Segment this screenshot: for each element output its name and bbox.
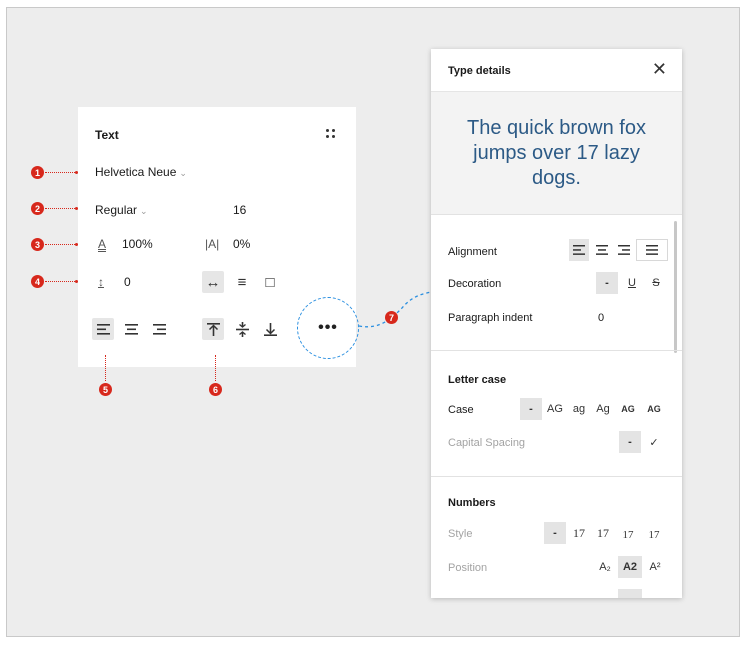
decoration-none-button[interactable]: - bbox=[596, 272, 618, 294]
check-icon[interactable]: ✓ bbox=[643, 431, 665, 453]
type-details-panel: Type details ✕ The quick brown fox jumps… bbox=[431, 49, 682, 598]
marker-dot bbox=[75, 171, 78, 174]
marker-leader bbox=[45, 281, 75, 282]
number-style-proportional-button[interactable]: 17 bbox=[592, 522, 614, 544]
case-small-caps-forced-button[interactable]: AG bbox=[641, 398, 667, 420]
marker-leader bbox=[215, 355, 216, 381]
case-title-button[interactable]: Ag bbox=[592, 398, 614, 420]
marker-leader bbox=[45, 208, 75, 209]
style-label: Style bbox=[448, 528, 473, 540]
marker-3: 3 bbox=[31, 238, 44, 251]
case-none-button[interactable]: - bbox=[520, 398, 542, 420]
marker-1: 1 bbox=[31, 166, 44, 179]
preview-text: The quick brown fox jumps over 17 lazy d… bbox=[467, 116, 646, 189]
marker-2: 2 bbox=[31, 202, 44, 215]
alignment-label: Alignment bbox=[448, 246, 497, 258]
position-subscript-button[interactable]: A₂ bbox=[594, 556, 616, 578]
justify-right-icon[interactable] bbox=[614, 239, 634, 261]
justify-full-icon[interactable] bbox=[636, 239, 668, 261]
marker-dot bbox=[75, 280, 78, 283]
marker-leader bbox=[105, 355, 106, 381]
marker-4: 4 bbox=[31, 275, 44, 288]
position-label: Position bbox=[448, 562, 488, 574]
numbers-heading: Numbers bbox=[448, 497, 496, 509]
number-style-none-button[interactable]: - bbox=[544, 522, 566, 544]
number-style-lining-button[interactable]: 17 bbox=[568, 522, 590, 544]
capital-spacing-none-button[interactable]: - bbox=[619, 431, 641, 453]
cut-off-option-button[interactable] bbox=[618, 589, 642, 598]
case-label: Case bbox=[448, 404, 474, 416]
decoration-label: Decoration bbox=[448, 278, 502, 290]
marker-dot bbox=[75, 207, 78, 210]
strikethrough-icon[interactable]: S bbox=[645, 272, 667, 294]
marker-leader bbox=[45, 172, 75, 173]
position-normal-button[interactable]: A2 bbox=[618, 556, 642, 578]
position-superscript-button[interactable]: A² bbox=[643, 556, 667, 578]
marker-7: 7 bbox=[385, 311, 398, 324]
type-details-title: Type details bbox=[448, 65, 511, 77]
paragraph-indent-input[interactable]: 0 bbox=[598, 312, 604, 324]
case-small-caps-button[interactable]: AG bbox=[617, 398, 639, 420]
marker-6: 6 bbox=[209, 383, 222, 396]
number-style-oldstyle-button[interactable]: 17 bbox=[617, 522, 639, 544]
marker-leader bbox=[45, 244, 75, 245]
letter-case-heading: Letter case bbox=[448, 374, 507, 386]
case-lowercase-button[interactable]: ag bbox=[568, 398, 590, 420]
section-divider bbox=[431, 350, 682, 351]
justify-center-icon[interactable] bbox=[592, 239, 612, 261]
number-style-tabular-button[interactable]: 17 bbox=[641, 522, 667, 544]
section-divider bbox=[431, 476, 682, 477]
scrollbar[interactable] bbox=[674, 221, 677, 353]
underline-icon[interactable]: U bbox=[621, 272, 643, 294]
type-preview: The quick brown fox jumps over 17 lazy d… bbox=[431, 92, 682, 215]
case-uppercase-button[interactable]: AG bbox=[544, 398, 566, 420]
close-icon[interactable]: ✕ bbox=[652, 59, 667, 80]
paragraph-indent-label: Paragraph indent bbox=[448, 312, 533, 324]
marker-dot bbox=[75, 243, 78, 246]
justify-left-icon[interactable] bbox=[569, 239, 589, 261]
capital-spacing-label: Capital Spacing bbox=[448, 437, 526, 449]
marker-5: 5 bbox=[99, 383, 112, 396]
type-details-header: Type details ✕ bbox=[431, 49, 682, 92]
